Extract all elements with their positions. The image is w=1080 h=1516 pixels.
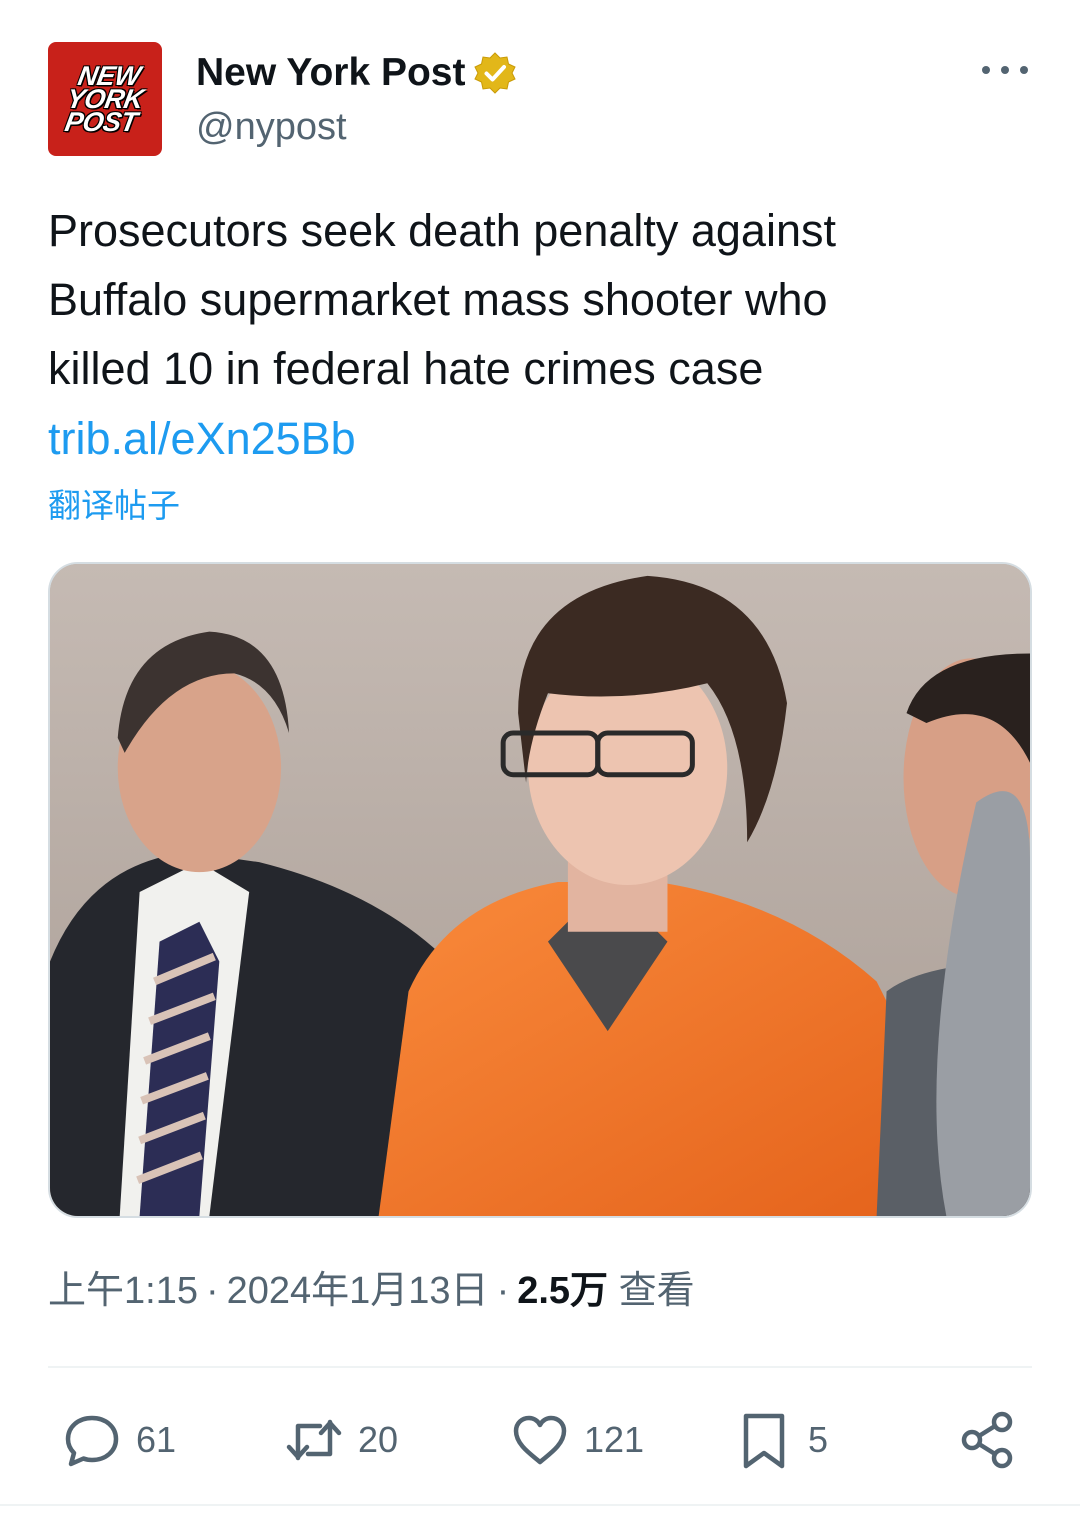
heart-icon	[513, 1415, 567, 1465]
more-options-icon[interactable]	[982, 60, 1028, 80]
tweet-text-line: killed 10 in federal hate crimes case	[48, 343, 764, 394]
repost-button[interactable]: 20	[284, 1402, 398, 1478]
reply-button[interactable]: 61	[62, 1402, 176, 1478]
views-label: 查看	[618, 1270, 695, 1312]
like-button[interactable]: 121	[510, 1402, 644, 1478]
name-row: New York Post	[196, 50, 517, 96]
repost-icon	[286, 1419, 342, 1461]
tweet-text-line: Buffalo supermarket mass shooter who	[48, 274, 828, 325]
gold-verified-icon[interactable]	[473, 51, 517, 95]
tweet-date[interactable]: 2024年1月13日	[227, 1270, 489, 1312]
bookmark-icon	[743, 1413, 785, 1469]
separator: ·	[205, 1270, 219, 1312]
tweet-text-line: Prosecutors seek death penalty against	[48, 205, 836, 256]
repost-count: 20	[358, 1419, 399, 1460]
views-count[interactable]: 2.5万	[517, 1270, 608, 1312]
new-york-post-logo: NEW YORK POST	[61, 61, 149, 137]
tweet-header: NEW YORK POST New York Post @nypost	[48, 42, 1038, 162]
separator: ·	[496, 1270, 510, 1312]
bookmark-count: 5	[808, 1419, 829, 1460]
translate-post-button[interactable]: 翻译帖子	[48, 484, 180, 528]
tweet-link[interactable]: trib.al/eXn25Bb	[48, 404, 356, 473]
like-count: 121	[584, 1419, 645, 1460]
courtroom-photo	[50, 564, 1030, 1216]
tweet-text: Prosecutors seek death penalty against B…	[48, 196, 1038, 403]
avatar[interactable]: NEW YORK POST	[48, 42, 162, 156]
share-icon	[961, 1411, 1013, 1469]
tweet-meta: 上午1:15 · 2024年1月13日 · 2.5万 查看	[48, 1265, 695, 1317]
tweet-photo[interactable]	[48, 562, 1032, 1218]
reply-count: 61	[136, 1419, 177, 1460]
divider	[0, 1504, 1080, 1506]
display-name[interactable]: New York Post	[196, 50, 465, 96]
action-bar: 61 20 121 5	[0, 1402, 1080, 1478]
tweet-time[interactable]: 上午1:15	[48, 1270, 198, 1312]
handle[interactable]: @nypost	[196, 104, 347, 150]
divider	[48, 1366, 1032, 1368]
logo-line-3: POST	[62, 106, 140, 137]
share-button[interactable]	[958, 1402, 1018, 1478]
reply-icon	[65, 1415, 119, 1467]
bookmark-button[interactable]: 5	[734, 1402, 828, 1478]
